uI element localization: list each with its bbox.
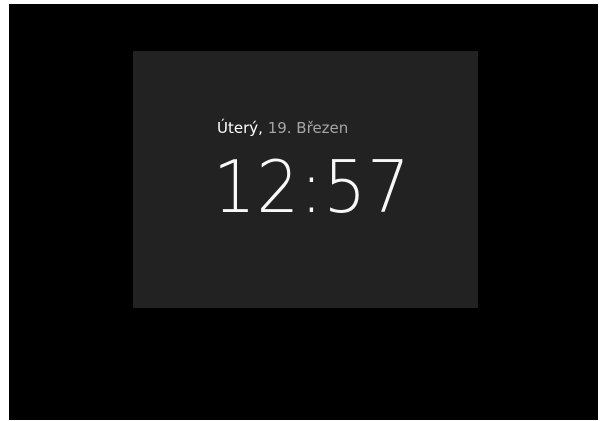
clock-widget[interactable]: Úterý, 19. Březen 12:57 bbox=[133, 51, 478, 308]
date-label: Úterý, 19. Březen bbox=[217, 119, 348, 137]
weekday-label: Úterý, bbox=[217, 119, 263, 137]
lock-screen: Úterý, 19. Březen 12:57 bbox=[9, 4, 598, 420]
time-display: 12:57 bbox=[213, 145, 411, 229]
day-month-label: 19. Březen bbox=[267, 119, 349, 137]
